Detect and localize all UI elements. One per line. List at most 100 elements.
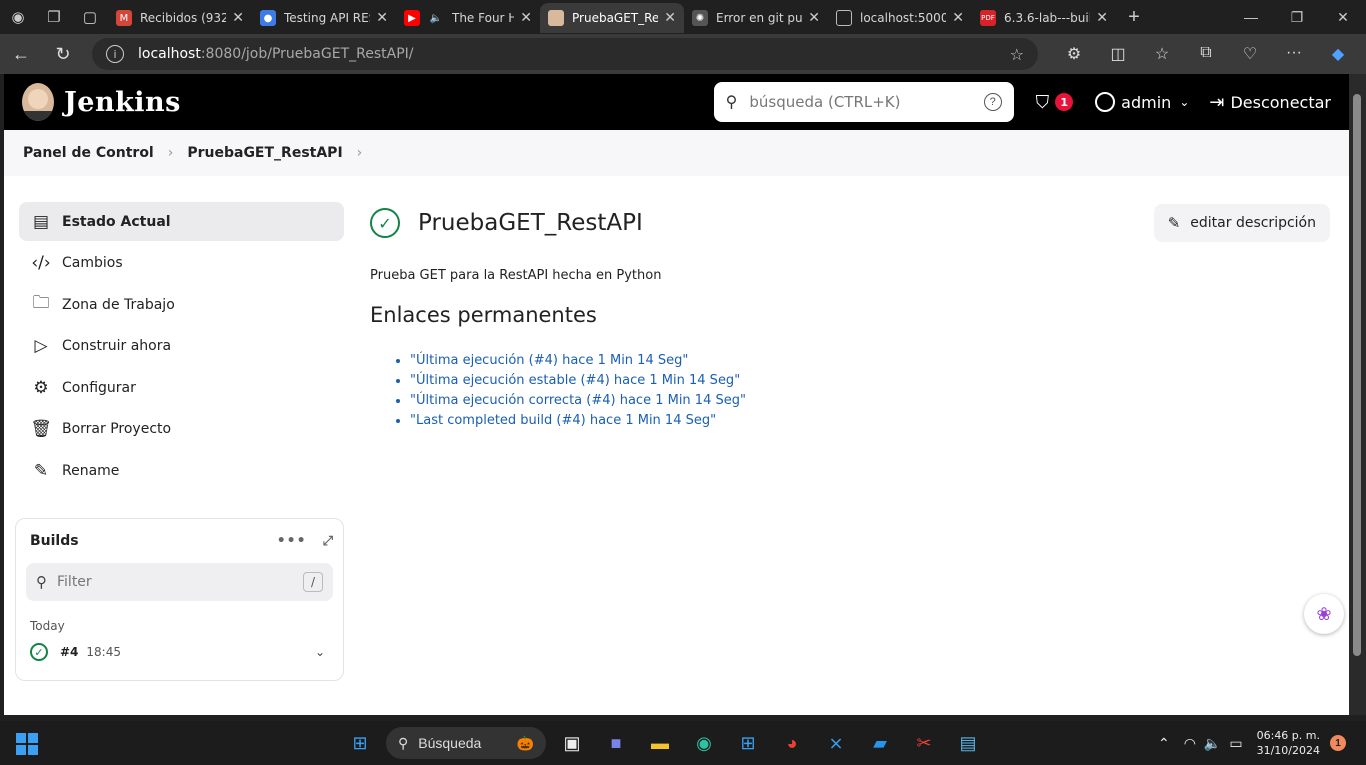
workspaces-icon[interactable]: ❐ [36,0,72,34]
browser-tab-youtube[interactable]: ▶ 🔈 The Four H ✕ [396,3,540,33]
snipping-tool-icon[interactable]: ✂ [902,727,946,759]
sidebar-item-label: Cambios [62,255,123,272]
expand-icon[interactable]: ⤢ [323,534,333,549]
teams-chat-icon[interactable]: ■ [594,727,638,759]
edge-icon[interactable]: ◉ [682,727,726,759]
search-box[interactable]: ⚲ ? [713,82,1014,122]
jenkins-brand[interactable]: Jenkins [64,87,181,118]
chevron-down-icon[interactable]: ⌄ [315,645,325,659]
docker-icon[interactable]: ▰ [858,727,902,759]
task-view-icon[interactable]: ▣ [550,727,594,759]
windows-logo-icon[interactable]: ⊞ [338,727,382,759]
store-icon[interactable]: ⊞ [726,727,770,759]
builds-filter[interactable]: ⚲ / [26,563,333,601]
close-tab-icon[interactable]: ✕ [952,10,964,26]
user-menu[interactable]: admin ⌄ [1095,92,1189,112]
site-info-icon[interactable]: i [106,45,124,63]
notepad-icon[interactable]: ▤ [946,727,990,759]
alert-badge[interactable]: 1 [1055,93,1074,111]
logout-button[interactable]: ⇥ Desconectar [1209,92,1331,113]
favorites-icon[interactable]: ☆ [1140,44,1184,64]
sidebar-item-status[interactable]: ▤ Estado Actual [19,202,344,241]
notification-badge[interactable]: 1 [1330,735,1346,751]
tab-actions-icon[interactable]: ▢ [72,0,108,34]
permalink-last-completed[interactable]: "Last completed build (#4) hace 1 Min 14… [410,413,716,428]
browser-tab-chatgpt[interactable]: ✺ Error en git pus ✕ [684,3,828,33]
close-tab-icon[interactable]: ✕ [232,10,244,26]
profile-avatar[interactable]: ◉ [0,0,36,34]
scrollbar-thumb[interactable] [1353,94,1361,656]
permalink-last-successful[interactable]: "Última ejecución correcta (#4) hace 1 M… [410,393,746,408]
taskbar-search[interactable]: ⚲ Búsqueda 🎃 [386,727,546,759]
browser-tab-testing[interactable]: ● Testing API REST✕ [252,3,396,33]
sidebar-item-delete[interactable]: 🗑 Borrar Proyecto [19,410,344,449]
sidebar-item-label: Zona de Trabajo [62,296,175,313]
collections-icon[interactable]: ⧉ [1184,44,1228,64]
maximize-icon[interactable]: ❐ [1274,9,1320,26]
sidebar-item-rename[interactable]: ✎ Rename [19,452,344,491]
browser-tab-localhost[interactable]: localhost:5000/✕ [828,3,972,33]
chevron-right-icon[interactable]: › [357,145,363,161]
search-icon: ⚲ [725,94,738,111]
back-icon[interactable]: ← [0,44,42,65]
close-tab-icon[interactable]: ✕ [520,10,532,26]
help-icon[interactable]: ? [983,93,1002,111]
close-window-icon[interactable]: ✕ [1320,9,1366,26]
search-input[interactable] [749,93,984,111]
permalink-last-stable[interactable]: "Última ejecución estable (#4) hace 1 Mi… [410,373,740,388]
close-tab-icon[interactable]: ✕ [1096,10,1108,26]
sidebar-item-configure[interactable]: ⚙ Configurar [19,368,344,407]
sidebar-item-workspace[interactable]: 🗀 Zona de Trabajo [19,285,344,324]
folder-icon: 🗀 [32,293,50,314]
vscode-icon[interactable]: ⨯ [814,727,858,759]
page-viewport: Jenkins ⚲ ? ⛉ 1 admin ⌄ ⇥ Desconectar Pa… [4,74,1349,715]
reload-icon[interactable]: ↻ [42,44,84,65]
build-number[interactable]: #4 [60,645,78,659]
page-scrollbar[interactable] [1349,74,1366,715]
system-clock[interactable]: 06:46 p. m. 31/10/2024 [1257,728,1320,758]
more-options-icon[interactable]: ••• [277,533,307,549]
close-tab-icon[interactable]: ✕ [664,10,676,26]
sidebar-item-label: Construir ahora [62,338,172,355]
address-bar[interactable]: i localhost:8080/job/PruebaGET_RestAPI/ … [92,38,1038,70]
wifi-icon[interactable]: ◠ [1184,735,1196,752]
jenkins-logo[interactable] [22,83,54,121]
page-icon [836,10,852,26]
jenkins-header: Jenkins ⚲ ? ⛉ 1 admin ⌄ ⇥ Desconectar [4,74,1349,130]
assistant-brain-icon[interactable]: ❀ [1304,594,1344,634]
close-tab-icon[interactable]: ✕ [808,10,820,26]
clock-time: 06:46 p. m. [1256,729,1320,742]
sidebar-item-changes[interactable]: ‹/› Cambios [19,244,344,283]
close-tab-icon[interactable]: ✕ [376,10,388,26]
minimize-icon[interactable]: — [1228,9,1274,26]
breadcrumb-job[interactable]: PruebaGET_RestAPI [187,145,342,161]
chevron-right-icon[interactable]: › [168,145,174,161]
more-menu-icon[interactable]: ··· [1272,44,1316,64]
builds-filter-input[interactable] [57,574,303,590]
list-item: "Última ejecución correcta (#4) hace 1 M… [410,393,1330,408]
volume-icon[interactable]: 🔈 [1204,735,1221,752]
browser-essentials-icon[interactable]: ♡ [1228,44,1272,64]
browser-tab-jenkins[interactable]: PruebaGET_Rest✕ [540,3,684,33]
edit-description-button[interactable]: ✎ editar descripción [1153,204,1330,242]
chrome-icon[interactable]: ◕ [770,727,814,759]
file-explorer-icon[interactable]: ▬ [638,727,682,759]
list-item: "Última ejecución (#4) hace 1 Min 14 Seg… [410,353,1330,368]
favorite-star-icon[interactable]: ☆ [1010,45,1024,64]
security-shield-icon[interactable]: ⛉ [1036,92,1050,113]
breadcrumb-dashboard[interactable]: Panel de Control [23,145,154,161]
permalink-last-build[interactable]: "Última ejecución (#4) hace 1 Min 14 Seg… [410,353,688,368]
windows-start-icon[interactable] [16,733,38,755]
extensions-icon[interactable]: ⚙ [1052,44,1096,64]
chevron-up-icon[interactable]: ⌃ [1158,735,1170,752]
copilot-icon[interactable]: ◆ [1316,44,1360,64]
browser-tab-pdf[interactable]: PDF 6.3.6-lab---buil ✕ [972,3,1116,33]
speaker-icon[interactable]: 🔈 [428,10,444,26]
list-item: "Última ejecución estable (#4) hace 1 Mi… [410,373,1330,388]
browser-tab-gmail[interactable]: M Recibidos (932) ✕ [108,3,252,33]
battery-icon[interactable]: ▭ [1229,735,1242,752]
split-screen-icon[interactable]: ◫ [1096,44,1140,64]
sidebar-item-build-now[interactable]: ▷ Construir ahora [19,327,344,366]
build-row[interactable]: ✓ #4 18:45 ⌄ [26,643,333,661]
new-tab-button[interactable]: + [1116,6,1152,29]
